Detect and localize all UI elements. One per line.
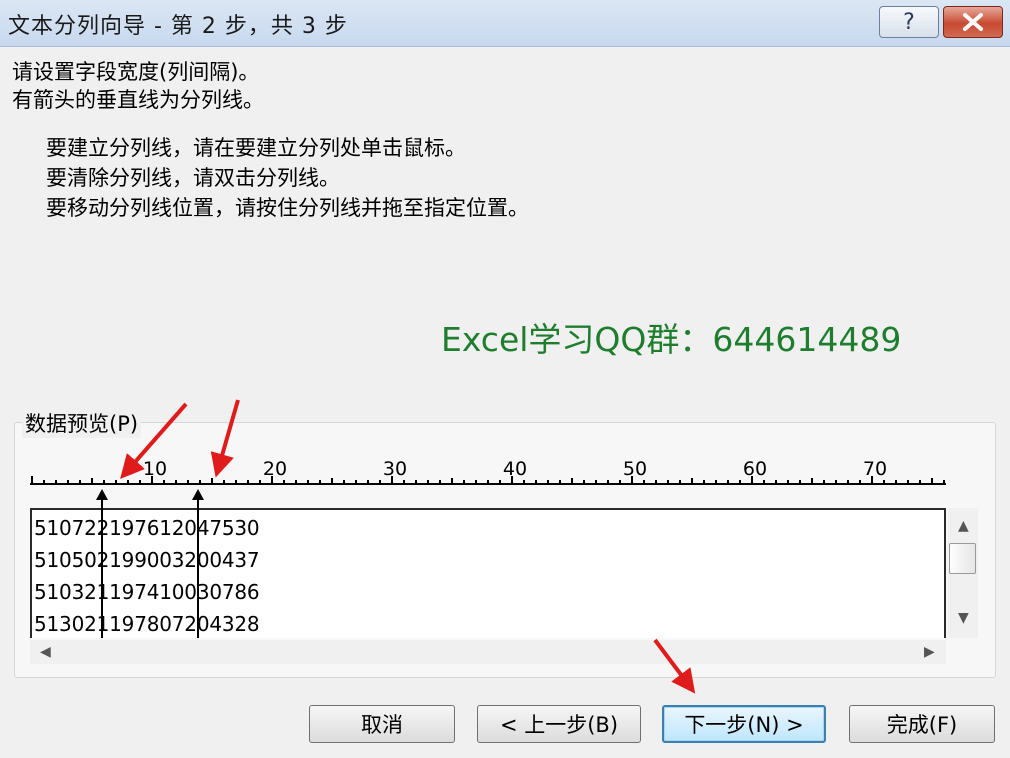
ruler-ticks (30, 476, 946, 485)
question-icon: ? (903, 9, 915, 35)
tip-create-break: 要建立分列线，请在要建立分列处单击鼠标。 (46, 136, 466, 160)
next-button[interactable]: 下一步(N) > (662, 705, 826, 743)
instruction-line-2: 有箭头的垂直线为分列线。 (12, 88, 264, 112)
ruler-label-60: 60 (742, 458, 768, 480)
data-preview-label: 数据预览(P) (22, 408, 142, 438)
scroll-left-arrow-icon[interactable]: ◀ (40, 644, 51, 660)
preview-row: 513021197807204328 (34, 612, 260, 636)
horizontal-scrollbar[interactable] (30, 640, 946, 664)
title-bar: 文本分列向导 - 第 2 步，共 3 步 ? (0, 0, 1010, 47)
preview-row: 510321197410030786 (34, 580, 260, 604)
close-icon (963, 13, 983, 31)
ruler-label-70: 70 (862, 458, 888, 480)
close-button[interactable] (943, 6, 1003, 38)
preview-row: 510722197612047530 (34, 516, 260, 540)
watermark-text: Excel学习QQ群：644614489 (441, 320, 902, 359)
column-ruler[interactable]: 10 20 30 40 50 60 70 (30, 452, 946, 492)
tip-clear-break: 要清除分列线，请双击分列线。 (46, 166, 340, 190)
scroll-up-arrow-icon[interactable]: ▲ (958, 518, 969, 534)
ruler-label-40: 40 (502, 458, 528, 480)
scroll-right-arrow-icon[interactable]: ▶ (924, 644, 935, 660)
instruction-line-1: 请设置字段宽度(列间隔)。 (12, 60, 260, 84)
ruler-label-20: 20 (262, 458, 288, 480)
cancel-button[interactable]: 取消 (309, 705, 455, 743)
ruler-label-50: 50 (622, 458, 648, 480)
preview-row: 510502199003200437 (34, 548, 260, 572)
ruler-label-30: 30 (382, 458, 408, 480)
finish-button[interactable]: 完成(F) (849, 705, 995, 743)
data-preview-area[interactable]: 510722197612047530 510502199003200437 51… (30, 508, 946, 638)
vertical-scroll-thumb[interactable] (949, 543, 976, 574)
ruler-label-10: 10 (142, 458, 168, 480)
back-button[interactable]: < 上一步(B) (477, 705, 641, 743)
help-button[interactable]: ? (879, 6, 939, 38)
tip-move-break: 要移动分列线位置，请按住分列线并拖至指定位置。 (46, 196, 529, 220)
scroll-down-arrow-icon[interactable]: ▼ (958, 610, 969, 626)
window-title: 文本分列向导 - 第 2 步，共 3 步 (8, 14, 348, 39)
